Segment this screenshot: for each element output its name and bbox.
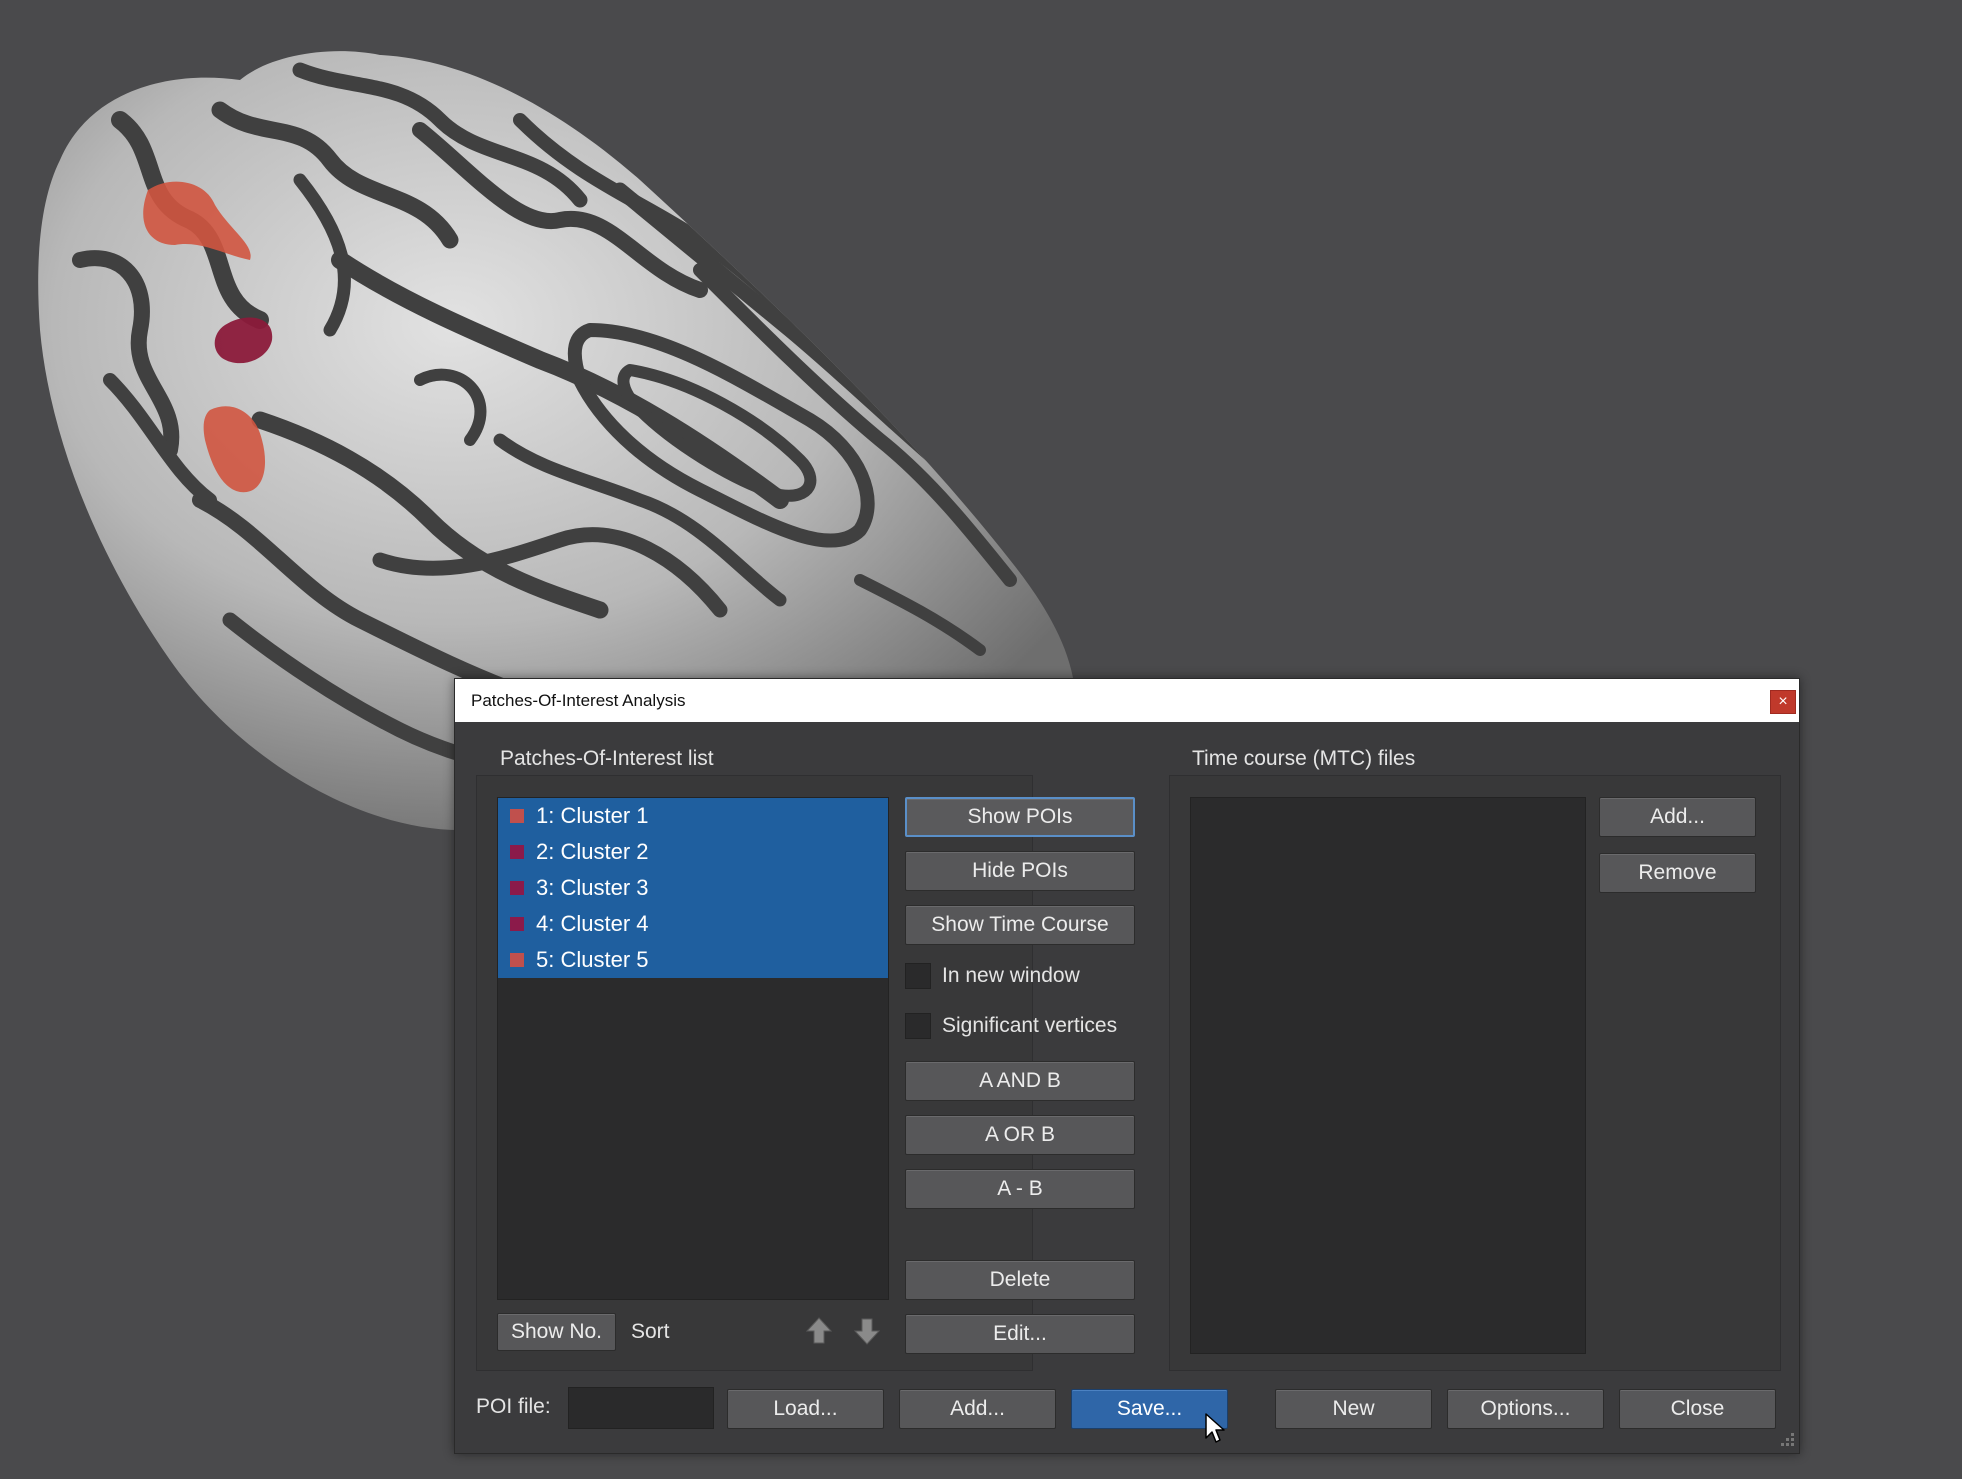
poi-item-label: 5: Cluster 5 (536, 947, 649, 972)
significant-vertices-checkbox[interactable] (905, 1013, 931, 1039)
poi-item-label: 1: Cluster 1 (536, 803, 649, 828)
a-and-b-button[interactable]: A AND B (905, 1061, 1135, 1101)
dialog-titlebar[interactable]: Patches-Of-Interest Analysis (455, 679, 1799, 722)
mtc-files-listbox[interactable] (1190, 797, 1586, 1354)
show-pois-button[interactable]: Show POIs (905, 797, 1135, 837)
show-no-button[interactable]: Show No. (497, 1313, 616, 1351)
poi-list-item[interactable]: 2: Cluster 2 (498, 834, 888, 870)
in-new-window-label: In new window (942, 964, 1080, 987)
delete-button[interactable]: Delete (905, 1260, 1135, 1300)
poi-list-title: Patches-Of-Interest list (500, 747, 714, 770)
poi-color-swatch (510, 953, 524, 967)
significant-vertices-option[interactable]: Significant vertices (905, 1013, 1117, 1039)
poi-file-field[interactable] (568, 1387, 714, 1429)
poi-color-swatch (510, 845, 524, 859)
poi-color-swatch (510, 917, 524, 931)
poi-list-item[interactable]: 3: Cluster 3 (498, 870, 888, 906)
arrow-down-icon[interactable] (853, 1316, 881, 1346)
arrow-up-icon[interactable] (805, 1316, 833, 1346)
poi-color-swatch (510, 809, 524, 823)
a-minus-b-button[interactable]: A - B (905, 1169, 1135, 1209)
poi-list-item[interactable]: 4: Cluster 4 (498, 906, 888, 942)
show-time-course-button[interactable]: Show Time Course (905, 905, 1135, 945)
sort-label: Sort (631, 1320, 670, 1343)
resize-grip-icon[interactable] (1775, 1429, 1797, 1451)
poi-color-swatch (510, 881, 524, 895)
poi-list-item[interactable]: 1: Cluster 1 (498, 798, 888, 834)
dialog-title: Patches-Of-Interest Analysis (471, 691, 686, 710)
load-button[interactable]: Load... (727, 1389, 884, 1429)
hide-pois-button[interactable]: Hide POIs (905, 851, 1135, 891)
poi-listbox[interactable]: 1: Cluster 1 2: Cluster 2 3: Cluster 3 4: C… (497, 797, 889, 1300)
mtc-files-title: Time course (MTC) files (1192, 747, 1416, 770)
poi-file-label: POI file: (476, 1395, 551, 1418)
add-button[interactable]: Add... (899, 1389, 1056, 1429)
new-button[interactable]: New (1275, 1389, 1432, 1429)
poi-analysis-dialog: Patches-Of-Interest Analysis × Patches-O… (454, 678, 1800, 1454)
poi-item-label: 2: Cluster 2 (536, 839, 649, 864)
edit-button[interactable]: Edit... (905, 1314, 1135, 1354)
options-button[interactable]: Options... (1447, 1389, 1604, 1429)
mtc-remove-button[interactable]: Remove (1599, 853, 1756, 893)
significant-vertices-label: Significant vertices (942, 1014, 1118, 1037)
in-new-window-checkbox[interactable] (905, 963, 931, 989)
poi-item-label: 4: Cluster 4 (536, 911, 649, 936)
mouse-pointer-icon (1205, 1413, 1225, 1443)
mtc-add-button[interactable]: Add... (1599, 797, 1756, 837)
a-or-b-button[interactable]: A OR B (905, 1115, 1135, 1155)
close-button[interactable]: Close (1619, 1389, 1776, 1429)
poi-item-label: 3: Cluster 3 (536, 875, 649, 900)
poi-list-item[interactable]: 5: Cluster 5 (498, 942, 888, 978)
in-new-window-option[interactable]: In new window (905, 963, 1080, 989)
close-icon[interactable]: × (1770, 690, 1796, 714)
